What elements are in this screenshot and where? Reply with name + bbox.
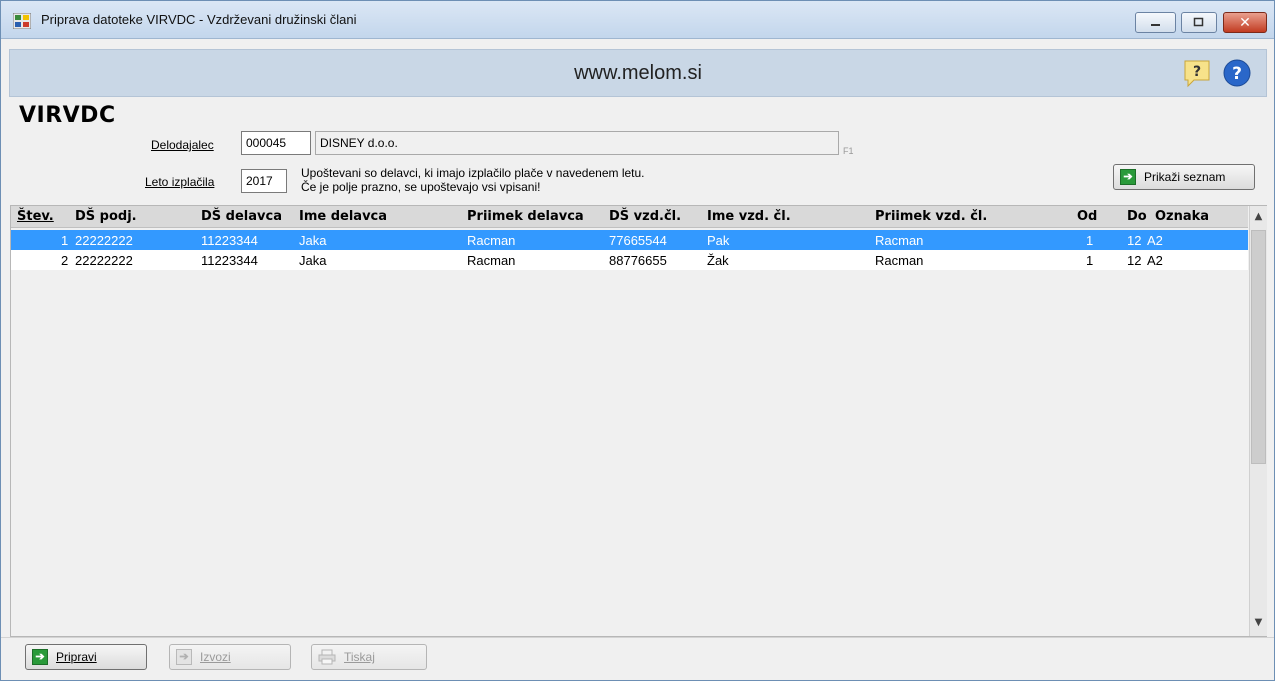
export-icon: ➔: [176, 649, 192, 665]
banner-title: www.melom.si: [574, 62, 702, 84]
help-icon[interactable]: ?: [1222, 58, 1252, 88]
app-window: Priprava datoteke VIRVDC - Vzdrževani dr…: [0, 0, 1275, 681]
vertical-scrollbar[interactable]: ▲ ▼: [1249, 206, 1267, 636]
table-row[interactable]: 2 22222222 11223344 Jaka Racman 88776655…: [11, 250, 1248, 270]
cell-ime: Jaka: [299, 253, 327, 268]
maximize-button[interactable]: [1181, 12, 1217, 33]
cell-ds-vzd: 88776655: [609, 253, 667, 268]
cell-od: 1: [1086, 233, 1094, 248]
col-ime-vzd[interactable]: Ime vzd. čl.: [707, 209, 791, 224]
cell-priimek-vzd: Racman: [875, 253, 924, 268]
print-button[interactable]: Tiskaj: [311, 644, 427, 670]
col-ds-podj[interactable]: DŠ podj.: [75, 209, 137, 224]
banner: www.melom.si ? ?: [9, 49, 1267, 97]
employer-label[interactable]: Delodajalec: [151, 138, 214, 152]
col-stev[interactable]: Štev.: [17, 209, 54, 224]
cell-priimek: Racman: [467, 253, 516, 268]
cell-ds-podj: 22222222: [75, 253, 133, 268]
cell-priimek: Racman: [467, 233, 516, 248]
col-priimek-delavca[interactable]: Priimek delavca: [467, 209, 584, 224]
scroll-up-icon[interactable]: ▲: [1250, 208, 1267, 226]
help-topic-icon[interactable]: ?: [1182, 58, 1212, 88]
minimize-button[interactable]: [1135, 12, 1176, 33]
scroll-down-icon[interactable]: ▼: [1250, 614, 1267, 632]
close-button[interactable]: ✕: [1223, 12, 1267, 33]
prepare-label: Pripravi: [56, 650, 97, 664]
cell-oznaka: A2: [1147, 233, 1163, 248]
footer-divider: [1, 637, 1274, 638]
year-note-line1: Upoštevani so delavci, ki imajo izplačil…: [301, 166, 645, 180]
export-button[interactable]: ➔ Izvozi: [169, 644, 291, 670]
cell-ds-podj: 22222222: [75, 233, 133, 248]
cell-do: 12: [1127, 253, 1142, 268]
cell-ds-vzd: 77665544: [609, 233, 667, 248]
arrow-right-icon: ➔: [1120, 169, 1136, 185]
cell-ime-vzd: Žak: [707, 253, 729, 268]
show-list-button[interactable]: ➔ Prikaži seznam: [1113, 164, 1255, 190]
cell-stev: 2: [61, 253, 69, 268]
year-label[interactable]: Leto izplačila: [145, 175, 214, 189]
minimize-icon: [1150, 23, 1160, 26]
year-note: Upoštevani so delavci, ki imajo izplačil…: [301, 166, 645, 194]
maximize-icon: [1193, 17, 1204, 27]
export-label: Izvozi: [200, 650, 231, 664]
col-do[interactable]: Do: [1127, 209, 1147, 224]
prepare-button[interactable]: ➔ Pripravi: [25, 644, 147, 670]
col-oznaka[interactable]: Oznaka: [1155, 209, 1209, 224]
close-icon: ✕: [1239, 14, 1251, 31]
cell-ds-delavca: 11223344: [201, 233, 258, 248]
arrow-right-icon: ➔: [32, 649, 48, 665]
col-ds-delavca[interactable]: DŠ delavca: [201, 209, 282, 224]
svg-text:?: ?: [1193, 64, 1201, 80]
table-header: Štev. DŠ podj. DŠ delavca Ime delavca Pr…: [11, 206, 1248, 228]
year-note-line2: Če je polje prazno, se upoštevajo vsi vp…: [301, 180, 541, 194]
cell-ds-delavca: 11223344: [201, 253, 258, 268]
year-field[interactable]: 2017: [241, 169, 287, 193]
cell-do: 12: [1127, 233, 1142, 248]
cell-ime-vzd: Pak: [707, 233, 730, 248]
window-title: Priprava datoteke VIRVDC - Vzdrževani dr…: [41, 12, 357, 27]
cell-priimek-vzd: Racman: [875, 233, 924, 248]
employer-hint: F1: [843, 146, 854, 156]
print-label: Tiskaj: [344, 650, 375, 664]
members-table: Štev. DŠ podj. DŠ delavca Ime delavca Pr…: [10, 205, 1267, 637]
cell-oznaka: A2: [1147, 253, 1163, 268]
col-priimek-vzd[interactable]: Priimek vzd. čl.: [875, 209, 987, 224]
svg-text:?: ?: [1232, 64, 1242, 84]
cell-stev: 1: [61, 233, 69, 248]
app-icon: [13, 13, 31, 29]
employer-name-field: DISNEY d.o.o.: [315, 131, 839, 155]
scroll-thumb[interactable]: [1251, 230, 1266, 464]
title-bar: Priprava datoteke VIRVDC - Vzdrževani dr…: [1, 1, 1274, 39]
cell-ime: Jaka: [299, 233, 327, 248]
cell-od: 1: [1086, 253, 1094, 268]
show-list-label: Prikaži seznam: [1144, 170, 1226, 184]
col-ime-delavca[interactable]: Ime delavca: [299, 209, 387, 224]
table-row[interactable]: 1 22222222 11223344 Jaka Racman 77665544…: [11, 230, 1248, 250]
employer-code-field[interactable]: 000045: [241, 131, 311, 155]
col-ds-vzd[interactable]: DŠ vzd.čl.: [609, 209, 681, 224]
app-heading: VIRVDC: [19, 103, 116, 128]
printer-icon: [318, 649, 336, 665]
col-od[interactable]: Od: [1077, 209, 1097, 224]
